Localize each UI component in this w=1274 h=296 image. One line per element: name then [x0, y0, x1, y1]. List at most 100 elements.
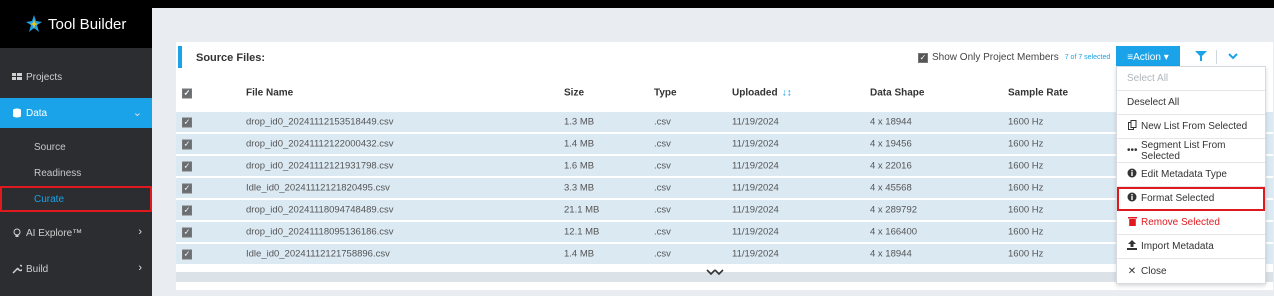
ellipsis-icon: ••• — [1127, 145, 1138, 156]
cell-data-shape: 4 x 45568 — [870, 182, 912, 194]
sidebar-item-label: Build — [26, 263, 49, 275]
menu-item-import-metadata[interactable]: Import Metadata — [1117, 235, 1265, 259]
select-all-checkbox[interactable]: ✓ — [182, 88, 196, 99]
row-checkbox[interactable]: ✓ — [182, 161, 196, 172]
show-members-checkbox[interactable]: ✓ — [918, 52, 928, 63]
sidebar-subitem-readiness[interactable]: Readiness — [0, 160, 152, 186]
filter-button[interactable] — [1186, 46, 1216, 68]
row-checkbox[interactable]: ✓ — [182, 205, 196, 216]
info-icon — [1127, 168, 1137, 181]
menu-item-label: Close — [1141, 265, 1167, 277]
cell-size: 1.4 MB — [564, 138, 595, 150]
selected-count: 7 of 7 selected — [1064, 54, 1111, 61]
collapse-button[interactable] — [1220, 46, 1246, 68]
sidebar-item-label: Data — [26, 107, 48, 119]
menu-item-edit-metadata-type[interactable]: Edit Metadata Type — [1117, 163, 1265, 187]
table-row[interactable]: ✓ drop_id0_20241112121931798.csv 1.6 MB … — [176, 154, 1273, 176]
table-row[interactable]: ✓ drop_id0_20241118094748489.csv 21.1 MB… — [176, 198, 1273, 220]
panel-header: Source Files: ✓ Show Only Project Member… — [176, 42, 1273, 72]
cell-type: .csv — [654, 204, 671, 216]
database-icon — [12, 108, 22, 118]
sidebar-item-data[interactable]: Data ⌄ — [0, 98, 152, 128]
cell-sample-rate: 1600 Hz — [1008, 182, 1044, 194]
chevron-down-icon: ⌄ — [132, 107, 142, 119]
panel-title: Source Files: — [196, 52, 266, 64]
horizontal-scrollbar[interactable] — [176, 272, 1273, 282]
brand[interactable]: Tool Builder — [0, 0, 152, 48]
sidebar-item-projects[interactable]: Projects — [0, 62, 152, 92]
col-header-uploaded[interactable]: Uploaded ↓↕ — [732, 88, 792, 99]
menu-item-format-selected[interactable]: Format Selected — [1117, 187, 1265, 211]
cell-type: .csv — [654, 160, 671, 172]
cell-size: 12.1 MB — [564, 226, 600, 238]
cell-size: 1.6 MB — [564, 160, 595, 172]
sidebar-subitem-source[interactable]: Source — [0, 134, 152, 160]
menu-item-new-list-from-selected[interactable]: New List From Selected — [1117, 115, 1265, 139]
row-checkbox[interactable]: ✓ — [182, 139, 196, 150]
menu-item-segment-list-from-selected[interactable]: ••• Segment List From Selected — [1117, 139, 1265, 163]
cell-file-name: drop_id0_20241118095136186.csv — [246, 226, 394, 238]
menu-item-label: Select All — [1127, 73, 1169, 84]
cell-size: 1.4 MB — [564, 248, 595, 260]
close-icon: ✕ — [1127, 265, 1137, 277]
cell-data-shape: 4 x 18944 — [870, 248, 912, 260]
table-header-row: ✓ File Name Size Type Uploaded ↓↕ Data Sh… — [176, 76, 1273, 110]
app-title: Tool Builder — [48, 15, 127, 33]
table-row[interactable]: ✓ drop_id0_20241118095136186.csv 12.1 MB… — [176, 220, 1273, 242]
copy-icon — [1127, 120, 1137, 133]
sidebar-subitem-curate[interactable]: Curate — [0, 186, 152, 212]
menu-item-select-all[interactable]: Select All — [1117, 67, 1265, 91]
accent-bar — [178, 46, 182, 68]
row-checkbox[interactable]: ✓ — [182, 227, 196, 238]
chevron-right-icon: › — [138, 262, 142, 274]
chevron-down-icon — [1228, 52, 1238, 63]
sidebar-item-build[interactable]: Build › — [0, 254, 152, 284]
menu-item-label: Deselect All — [1127, 97, 1180, 108]
cell-size: 1.3 MB — [564, 116, 595, 128]
cell-uploaded: 11/19/2024 — [732, 248, 779, 260]
files-table: ✓ File Name Size Type Uploaded ↓↕ Data Sh… — [176, 76, 1273, 264]
sidebar-item-label: Projects — [26, 71, 63, 83]
action-button[interactable]: ≡Action ▾ — [1116, 46, 1180, 68]
col-header-size[interactable]: Size — [564, 88, 584, 99]
sidebar-subitem-label: Readiness — [34, 167, 82, 179]
cell-sample-rate: 1600 Hz — [1008, 116, 1044, 128]
show-members-toggle[interactable]: ✓ Show Only Project Members 7 of 7 selec… — [918, 52, 1110, 63]
menu-item-deselect-all[interactable]: Deselect All — [1117, 91, 1265, 115]
trash-icon — [1127, 216, 1137, 229]
cell-file-name: Idle_id0_20241112121820495.csv — [246, 182, 390, 194]
sort-desc-icon: ↓↕ — [781, 87, 792, 99]
row-checkbox[interactable]: ✓ — [182, 183, 196, 194]
col-header-uploaded-label: Uploaded — [732, 87, 778, 99]
cell-size: 21.1 MB — [564, 204, 600, 216]
table-row[interactable]: ✓ drop_id0_20241112122000432.csv 1.4 MB … — [176, 132, 1273, 154]
chevron-right-icon: › — [138, 226, 142, 238]
top-bar — [152, 0, 1274, 8]
menu-item-label: Import Metadata — [1141, 241, 1214, 252]
row-checkbox[interactable]: ✓ — [182, 249, 196, 260]
info-icon — [1127, 192, 1137, 205]
expand-chevron-icon[interactable] — [706, 268, 724, 282]
cell-uploaded: 11/19/2024 — [732, 226, 779, 238]
col-header-file-name[interactable]: File Name — [246, 88, 293, 99]
col-header-type[interactable]: Type — [654, 88, 677, 99]
col-header-sample-rate[interactable]: Sample Rate — [1008, 88, 1068, 99]
sidebar-item-ai-explore[interactable]: AI Explore™ › — [0, 218, 152, 248]
cell-type: .csv — [654, 226, 671, 238]
menu-item-close[interactable]: ✕ Close — [1117, 259, 1265, 283]
cell-type: .csv — [654, 248, 671, 260]
cell-file-name: Idle_id0_20241112121758896.csv — [246, 248, 390, 260]
menu-item-remove-selected[interactable]: Remove Selected — [1117, 211, 1265, 235]
cell-sample-rate: 1600 Hz — [1008, 138, 1044, 150]
table-row[interactable]: ✓ Idle_id0_20241112121758896.csv 1.4 MB … — [176, 242, 1273, 264]
col-header-data-shape[interactable]: Data Shape — [870, 88, 924, 99]
action-dropdown-menu: Select All Deselect All New List From Se… — [1116, 66, 1266, 284]
menu-item-label: Remove Selected — [1141, 217, 1220, 228]
cell-file-name: drop_id0_20241112122000432.csv — [246, 138, 394, 150]
table-row[interactable]: ✓ Idle_id0_20241112121820495.csv 3.3 MB … — [176, 176, 1273, 198]
upload-icon — [1127, 240, 1137, 253]
cell-uploaded: 11/19/2024 — [732, 204, 779, 216]
row-checkbox[interactable]: ✓ — [182, 117, 196, 128]
table-row[interactable]: ✓ drop_id0_20241112153518449.csv 1.3 MB … — [176, 110, 1273, 132]
sidebar-subitem-label: Source — [34, 141, 66, 153]
